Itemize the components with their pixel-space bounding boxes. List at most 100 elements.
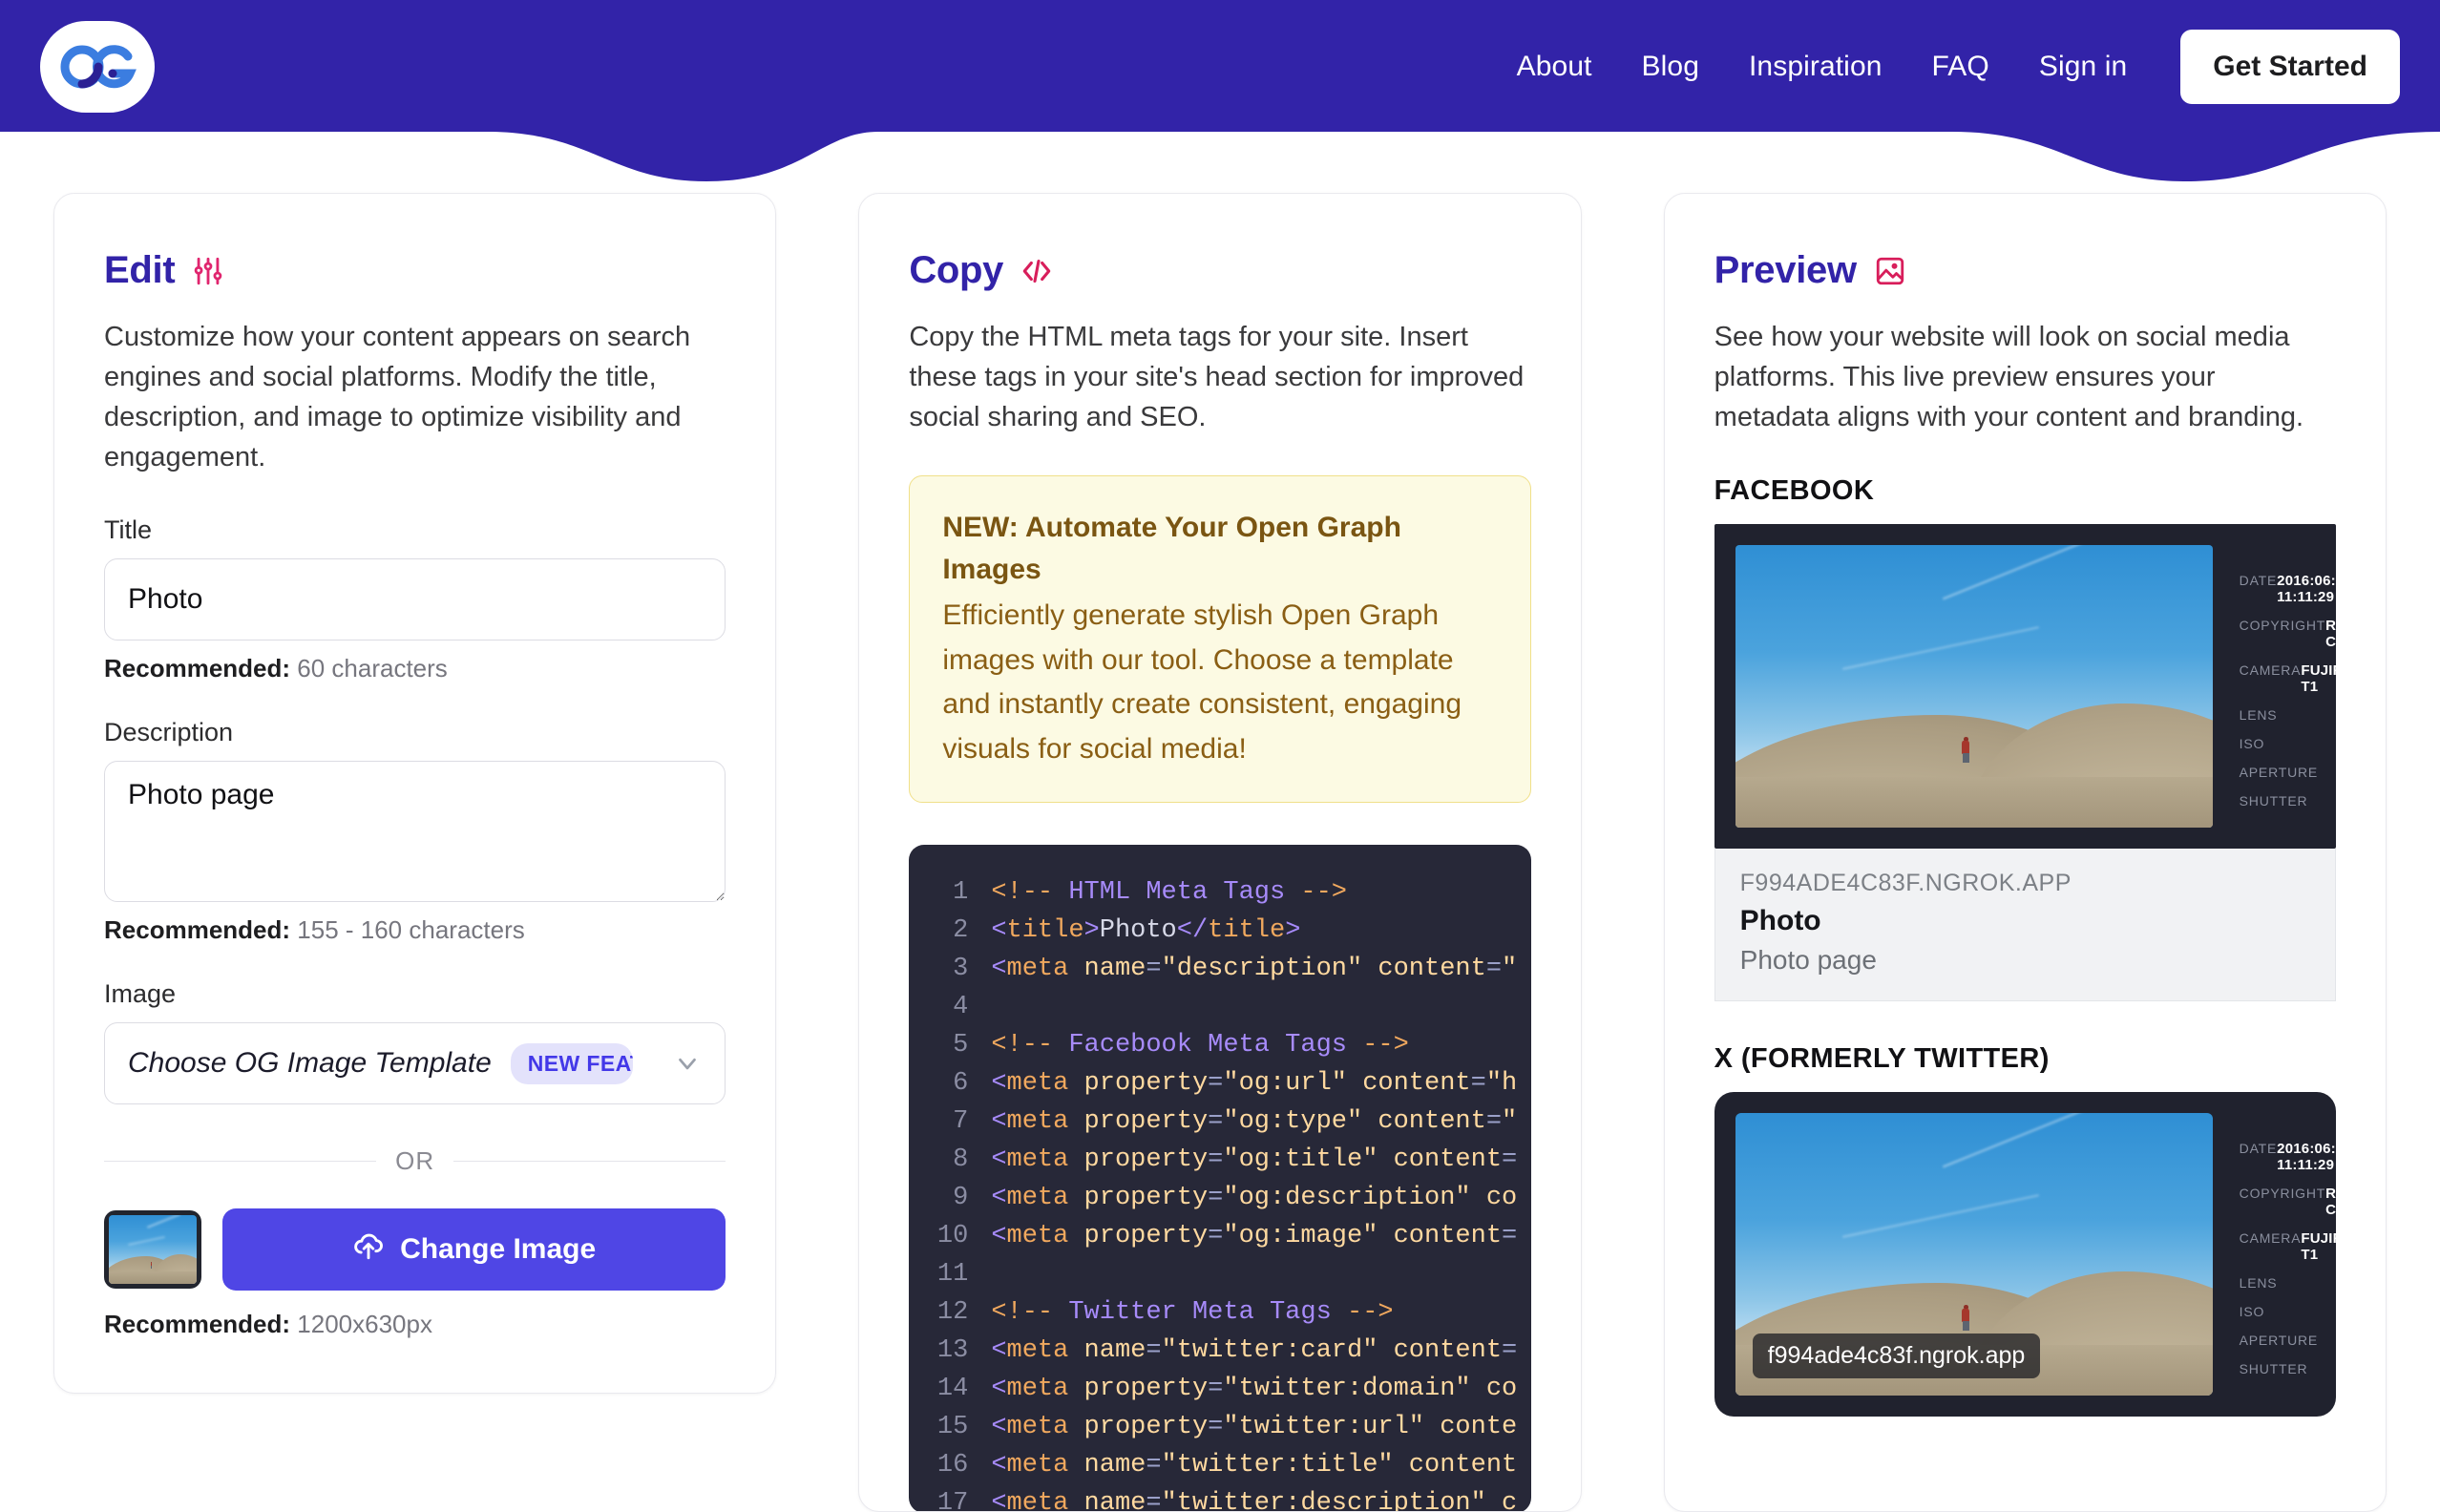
nav-link-sign-in[interactable]: Sign in — [2039, 51, 2127, 83]
code-line-content: <meta name="twitter:title" content — [991, 1451, 1518, 1480]
code-line-number: 5 — [953, 1031, 969, 1060]
exif-value: FUJIFILM X-T1 — [2301, 662, 2336, 696]
code-line-number: 1 — [953, 878, 969, 908]
image-hint-rest: 1200x630px — [290, 1310, 432, 1339]
twitter-preview-domain: f994ade4c83f.ngrok.app — [1752, 1334, 2041, 1379]
change-image-button-label: Change Image — [400, 1233, 597, 1266]
new-feature-badge: NEW FEATURE — [510, 1042, 633, 1084]
exif-row: SHUTTER1/350 — [2240, 1361, 2336, 1377]
code-line-content: <meta property="og:description" co — [991, 1184, 1518, 1213]
code-line-content: <meta name="twitter:description" c — [991, 1489, 1518, 1512]
exif-value: FUJIFILM X-T1 — [2301, 1230, 2336, 1264]
code-line: 13 <meta name="twitter:card" content= — [909, 1332, 1530, 1370]
copy-panel-description: Copy the HTML meta tags for your site. I… — [909, 322, 1525, 433]
description-textarea[interactable]: Photo page — [104, 761, 726, 903]
nav-link-inspiration[interactable]: Inspiration — [1749, 51, 1883, 83]
exif-row: COPYRIGHTRob Cameron — [2240, 1186, 2336, 1218]
code-icon — [1020, 255, 1053, 287]
description-hint-bold: Recommended: — [104, 915, 291, 945]
nav-links: About Blog Inspiration FAQ Sign in — [1517, 51, 2128, 83]
exif-key: ISO — [2239, 736, 2265, 752]
code-line: 4 — [909, 988, 1530, 1026]
image-thumbnail-photo — [109, 1215, 197, 1285]
preview-panel-description: See how your website will look on social… — [1714, 322, 2304, 433]
preview-panel-header: Preview — [1714, 249, 2336, 292]
exif-key: DATE — [2239, 573, 2278, 589]
notice-title: NEW: Automate Your Open Graph Images — [942, 512, 1401, 585]
exif-value: Rob Cameron — [2325, 1186, 2336, 1219]
main-content: Edit Customize how your content appears … — [0, 181, 2440, 1512]
exif-row: ISO200 — [2240, 736, 2336, 752]
nav-link-faq[interactable]: FAQ — [1932, 51, 1989, 83]
edit-panel-title: Edit — [104, 249, 176, 291]
code-line: 17 <meta name="twitter:description" c — [909, 1484, 1530, 1512]
code-line: 2 <title>Photo</title> — [909, 912, 1530, 950]
edit-panel-header: Edit — [104, 249, 726, 292]
nav-link-about[interactable]: About — [1517, 51, 1592, 83]
og-template-select-value: Choose OG Image Template — [128, 1047, 492, 1080]
exif-value: Rob Cameron — [2325, 618, 2336, 651]
facebook-preview-photo — [1735, 545, 2213, 829]
exif-key: APERTURE — [2239, 765, 2319, 781]
facebook-preview-title: Photo — [1739, 905, 1821, 937]
facebook-exif-panel: DATE2016:06:03 11:11:29 COPYRIGHTRob Came… — [2213, 563, 2336, 809]
code-line-content: <!-- Twitter Meta Tags --> — [991, 1298, 1394, 1328]
og-logo[interactable] — [40, 21, 155, 113]
code-line: 7 <meta property="og:type" content=" — [909, 1102, 1530, 1141]
code-line-number: 9 — [953, 1184, 969, 1213]
code-line-content: <meta property="twitter:url" conte — [991, 1413, 1518, 1442]
exif-key: COPYRIGHT — [2239, 1186, 2326, 1202]
facebook-preview-image: DATE2016:06:03 11:11:29 COPYRIGHTRob Came… — [1714, 524, 2336, 850]
image-hint: Recommended: 1200x630px — [104, 1310, 726, 1339]
code-line-number: 17 — [936, 1489, 969, 1512]
code-line-number: 2 — [953, 916, 969, 946]
og-logo-mark — [60, 45, 137, 89]
code-line-number: 12 — [936, 1298, 969, 1328]
chevron-down-icon — [658, 1049, 702, 1078]
exif-key: CAMERA — [2239, 662, 2302, 679]
code-line-content: <meta property="og:type" content=" — [991, 1107, 1518, 1137]
og-template-select[interactable]: Choose OG Image Template NEW FEATURE — [104, 1022, 726, 1105]
exif-key: DATE — [2239, 1141, 2278, 1157]
preview-panel: Preview See how your website will look o… — [1663, 193, 2387, 1512]
title-hint: Recommended: 60 characters — [104, 654, 726, 683]
edit-panel-description: Customize how your content appears on se… — [104, 322, 691, 473]
sliders-icon — [192, 255, 224, 287]
site-header: About Blog Inspiration FAQ Sign in Get S… — [0, 0, 2440, 181]
copy-panel-header: Copy — [909, 249, 1530, 292]
edit-panel: Edit Customize how your content appears … — [53, 193, 777, 1395]
image-thumbnail[interactable] — [104, 1210, 201, 1290]
twitter-preview-card[interactable]: DATE2016:06:03 11:11:29 COPYRIGHTRob Came… — [1714, 1092, 2336, 1418]
facebook-preview-description: Photo page — [1739, 945, 1877, 976]
exif-row: APERTURE9 — [2240, 1333, 2336, 1349]
code-line: 5 <!-- Facebook Meta Tags --> — [909, 1026, 1530, 1064]
code-line-number: 10 — [936, 1222, 969, 1251]
code-line-content: <meta property="og:url" content="h — [991, 1069, 1518, 1099]
exif-row: LENS16 — [2240, 707, 2336, 724]
code-line: 3 <meta name="description" content=" — [909, 950, 1530, 988]
facebook-preview-card[interactable]: DATE2016:06:03 11:11:29 COPYRIGHTRob Came… — [1714, 524, 2336, 1002]
code-line: 1 <!-- HTML Meta Tags --> — [909, 873, 1530, 912]
exif-key: LENS — [2239, 707, 2278, 724]
preview-panel-title: Preview — [1714, 249, 1857, 291]
exif-row: SHUTTER1/350 — [2240, 793, 2336, 809]
image-upload-row: Change Image — [104, 1208, 726, 1292]
or-divider: OR — [104, 1146, 726, 1176]
code-line-number: 6 — [953, 1069, 969, 1099]
title-input[interactable] — [104, 558, 726, 641]
get-started-button[interactable]: Get Started — [2180, 30, 2400, 104]
code-line-content: <meta property="og:title" content= — [991, 1145, 1518, 1175]
code-line-number: 16 — [936, 1451, 969, 1480]
change-image-button[interactable]: Change Image — [222, 1208, 726, 1292]
nav-link-blog[interactable]: Blog — [1642, 51, 1699, 83]
notice-body: Efficiently generate stylish Open Graph … — [942, 599, 1462, 765]
code-line: 11 — [909, 1255, 1530, 1293]
code-line-content: <!-- HTML Meta Tags --> — [991, 878, 1347, 908]
exif-key: SHUTTER — [2239, 793, 2308, 809]
code-line: 9 <meta property="og:description" co — [909, 1179, 1530, 1217]
code-line-content: <meta name="description" content=" — [991, 955, 1518, 984]
code-line-number: 3 — [953, 955, 969, 984]
meta-tags-code-block[interactable]: 1 <!-- HTML Meta Tags --> 2 <title>Photo</t… — [909, 845, 1531, 1512]
description-hint-rest: 155 - 160 characters — [290, 915, 525, 945]
exif-row: APERTURE9 — [2240, 765, 2336, 781]
